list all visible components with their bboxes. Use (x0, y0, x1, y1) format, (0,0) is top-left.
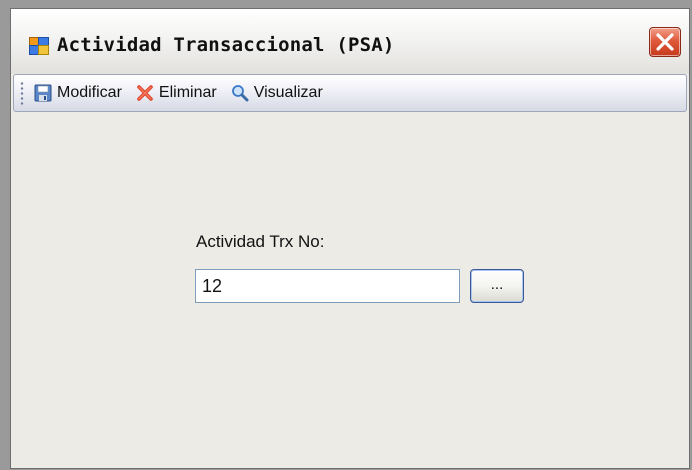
delete-icon (136, 84, 154, 102)
toolbar: Modificar Eliminar Visualizar (13, 74, 687, 112)
modify-button[interactable]: Modificar (30, 79, 126, 107)
delete-label: Eliminar (158, 84, 217, 101)
app-icon (29, 37, 49, 55)
toolbar-grip[interactable] (20, 81, 24, 105)
modify-label: Modificar (57, 84, 122, 101)
save-icon (34, 84, 52, 102)
search-icon (231, 84, 249, 102)
view-button[interactable]: Visualizar (227, 79, 327, 107)
view-label: Visualizar (253, 84, 323, 101)
main-window: Actividad Transaccional (PSA) Modificar (10, 8, 690, 469)
title-bar[interactable]: Actividad Transaccional (PSA) (11, 9, 689, 74)
browse-button[interactable]: ... (470, 269, 524, 303)
form-area: Actividad Trx No: ... (11, 112, 689, 468)
delete-button[interactable]: Eliminar (132, 79, 221, 107)
window-title: Actividad Transaccional (PSA) (57, 34, 395, 56)
activity-number-label: Actividad Trx No: (196, 232, 325, 251)
activity-number-input[interactable] (195, 269, 460, 303)
close-button[interactable] (649, 27, 681, 57)
